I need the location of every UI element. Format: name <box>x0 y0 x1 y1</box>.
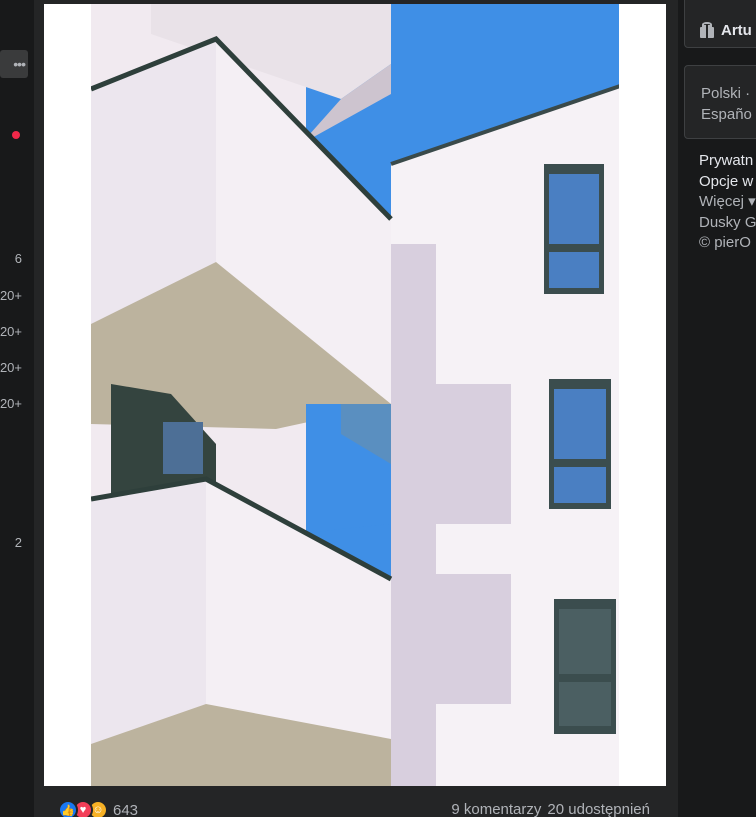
reactions-count[interactable]: 643 <box>113 802 138 817</box>
like-icon: 👍 <box>58 800 78 817</box>
more-link[interactable]: Więcej ▾ <box>699 192 756 213</box>
sidebar-count-badge: 20+ <box>0 324 22 339</box>
window <box>544 164 604 294</box>
building-photo <box>91 4 626 786</box>
footer-links: Prywatn Opcje w Więcej ▾ Dusky G © pierO <box>699 151 756 254</box>
sidebar-count-badge: 6 <box>14 251 22 266</box>
options-link[interactable]: Opcje w <box>699 172 756 193</box>
top-card[interactable]: Artu <box>684 0 756 48</box>
credit-text: Dusky G <box>699 213 756 231</box>
post-photo-frame[interactable] <box>44 4 666 786</box>
sidebar-count-badge: 20+ <box>0 360 22 375</box>
top-card-label: Artu <box>721 21 752 39</box>
language-link[interactable]: Españo <box>701 104 756 125</box>
copyright-text: © pierO <box>699 234 751 251</box>
comments-link[interactable]: 9 komentarzy <box>451 801 541 817</box>
left-sidebar: ••• 6 20+ 20+ 20+ 20+ 2 <box>0 0 34 817</box>
shares-link[interactable]: 20 udostępnień <box>547 801 650 817</box>
post-stats: 9 komentarzy 20 udostępnień <box>451 801 650 817</box>
reactions-bar[interactable]: 👍 ♥ ☺ 643 <box>58 799 138 817</box>
right-column: Artu Polski · Españo Prywatn Opcje w Wię… <box>678 0 756 817</box>
language-link[interactable]: Polski · <box>701 83 756 104</box>
sidebar-count-badge: 20+ <box>0 396 22 411</box>
privacy-link[interactable]: Prywatn <box>699 151 756 172</box>
sidebar-count-badge: 20+ <box>0 288 22 303</box>
sidebar-count-badge: 2 <box>14 535 22 550</box>
more-options-button[interactable]: ••• <box>0 50 28 78</box>
window <box>554 599 616 734</box>
gift-icon <box>699 22 715 38</box>
notification-dot <box>12 131 20 139</box>
post-card: 👍 ♥ ☺ 643 9 komentarzy 20 udostępnień <box>34 0 678 817</box>
window <box>549 379 611 509</box>
post-photo[interactable] <box>91 4 626 786</box>
language-card: Polski · Españo <box>684 65 756 139</box>
